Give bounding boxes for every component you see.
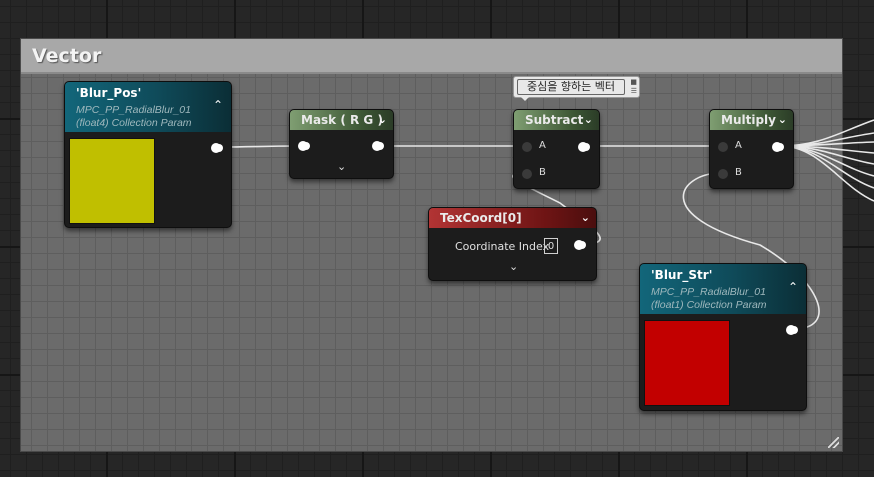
node-blur-pos-subtitle-1: MPC_PP_RadialBlur_01 [76,104,191,116]
node-texcoord-title: TexCoord[0] [440,211,522,225]
chevron-down-icon[interactable]: ⌄ [378,110,387,130]
node-mask-title: Mask ( R G ) [301,113,383,127]
chevron-down-icon[interactable]: ⌄ [778,110,787,130]
wire-multiply-out-3 [779,141,874,147]
output-pin[interactable] [786,325,796,335]
coordinate-index-label: Coordinate Index [455,240,550,253]
node-blur-str[interactable]: 'Blur_Str' MPC_PP_RadialBlur_01 (float1)… [639,263,807,411]
node-comment-bubble[interactable]: 중심을 향하는 벡터 ■ ☰ [513,76,640,98]
pin-comment-icon[interactable]: ■ [630,78,637,86]
chevron-down-icon[interactable]: ⌄ [584,110,593,130]
node-texcoord-header[interactable]: TexCoord[0] ⌄ [429,208,596,228]
pin-label-b: B [539,167,546,178]
node-blur-pos-name: 'Blur_Pos' [76,86,142,100]
collapse-chevron-icon[interactable]: ⌃ [213,98,223,112]
collapse-chevron-icon[interactable]: ⌃ [788,280,798,294]
output-pin[interactable] [574,240,584,250]
wire-blurpos-mask [219,145,301,148]
pin-label-b: B [735,167,742,178]
pin-label-a: A [735,140,742,151]
input-pin-b[interactable] [718,169,728,179]
node-texcoord[interactable]: TexCoord[0] ⌄ Coordinate Index 0 ⌄ [428,207,597,281]
output-pin[interactable] [372,141,382,151]
input-pin-a[interactable] [522,142,532,152]
output-pin[interactable] [772,142,782,152]
node-multiply-header[interactable]: Multiply ⌄ [710,110,793,130]
node-multiply[interactable]: Multiply ⌄ A B [709,109,794,189]
node-subtract-header[interactable]: Subtract ⌄ [514,110,599,130]
input-pin-a[interactable] [718,142,728,152]
output-pin[interactable] [578,142,588,152]
node-multiply-title: Multiply [721,113,776,127]
comment-bubble-pointer [521,97,529,101]
color-swatch [69,138,155,224]
node-blur-pos-subtitle-2: (float4) Collection Param [76,117,192,129]
node-blur-pos-header[interactable]: 'Blur_Pos' MPC_PP_RadialBlur_01 (float4)… [65,82,231,132]
input-pin[interactable] [298,141,308,151]
expand-chevron-icon[interactable]: ⌄ [337,160,346,173]
color-swatch [644,320,730,406]
node-blur-str-subtitle-1: MPC_PP_RadialBlur_01 [651,286,766,298]
node-blur-str-header[interactable]: 'Blur_Str' MPC_PP_RadialBlur_01 (float1)… [640,264,806,314]
node-subtract-title: Subtract [525,113,584,127]
pin-label-a: A [539,140,546,151]
node-mask[interactable]: Mask ( R G ) ⌄ ⌄ [289,109,394,179]
input-pin-b[interactable] [522,169,532,179]
node-blur-str-subtitle-2: (float1) Collection Param [651,299,767,311]
comment-menu-icon[interactable]: ☰ [631,87,637,95]
node-blur-str-name: 'Blur_Str' [651,268,713,282]
node-mask-header[interactable]: Mask ( R G ) ⌄ [290,110,393,130]
node-comment-text[interactable]: 중심을 향하는 벡터 [517,79,625,95]
coordinate-index-field[interactable]: 0 [544,238,558,254]
chevron-down-icon[interactable]: ⌄ [581,208,590,228]
wire-multiply-out-8 [779,145,874,202]
node-blur-pos[interactable]: 'Blur_Pos' MPC_PP_RadialBlur_01 (float4)… [64,81,232,228]
output-pin[interactable] [211,143,221,153]
node-subtract[interactable]: Subtract ⌄ A B [513,109,600,189]
expand-chevron-icon[interactable]: ⌄ [509,260,518,273]
